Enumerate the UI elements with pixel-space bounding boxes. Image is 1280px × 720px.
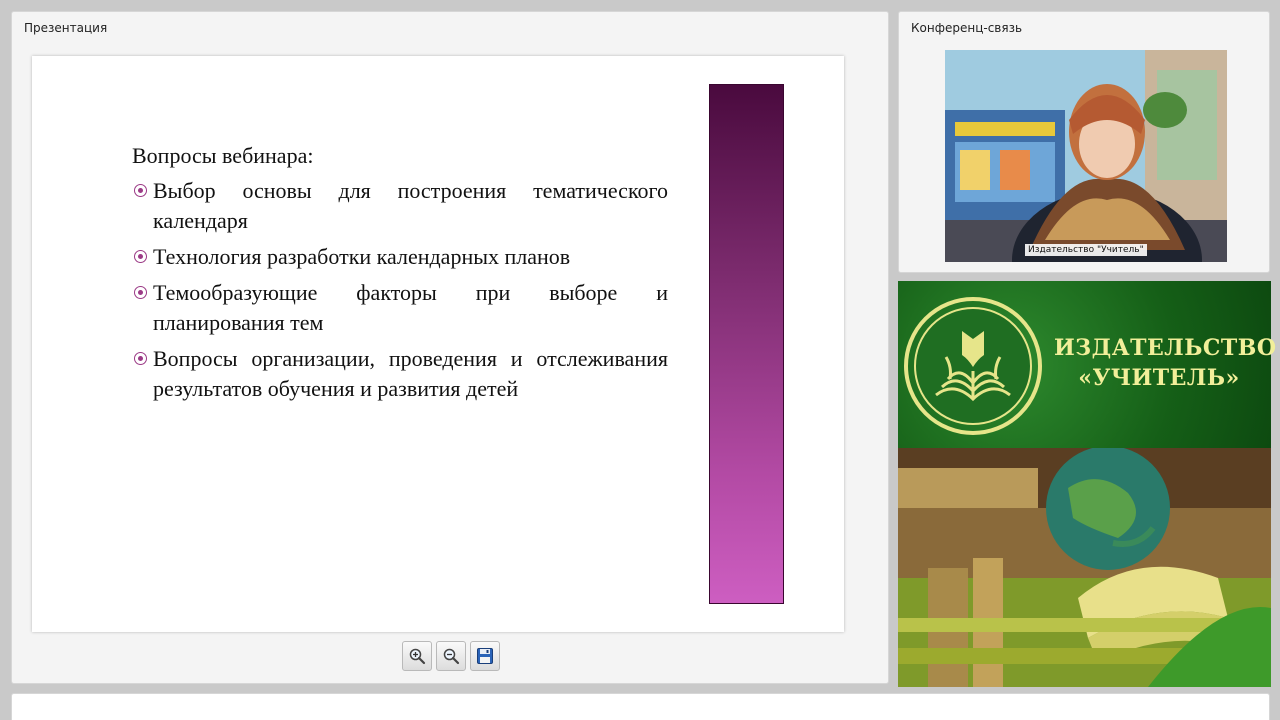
- publisher-banner: ИЗДАТЕЛЬСТВО «УЧИТЕЛЬ»: [898, 281, 1277, 448]
- publisher-name-line2: «УЧИТЕЛЬ»: [1078, 365, 1240, 391]
- participant-name-label: Издательство "Учитель": [1025, 244, 1147, 256]
- bullet-circle-icon: [134, 184, 147, 197]
- slide-decorative-bar: [709, 84, 784, 604]
- zoom-out-icon: [443, 648, 460, 665]
- bullet-circle-icon: [134, 352, 147, 365]
- slide: Вопросы вебинара: Выбор основы для постр…: [32, 56, 844, 632]
- participant-video[interactable]: Издательство "Учитель": [945, 50, 1227, 262]
- zoom-in-icon: [409, 648, 426, 665]
- bottom-panel: [11, 693, 1270, 720]
- save-button[interactable]: [470, 641, 500, 671]
- conference-panel-title: Конференц-связь: [911, 21, 1023, 35]
- books-and-globe-image: [898, 448, 1271, 687]
- slide-bullet-text: Выбор основы для построения тематическог…: [153, 178, 668, 233]
- publisher-banner-photo: [898, 448, 1271, 687]
- presentation-toolbar: [402, 641, 500, 671]
- slide-bullet-item: Вопросы организации, проведения и отслеж…: [132, 344, 668, 404]
- conference-panel: Конференц-связь Издательство "Учитель": [898, 11, 1270, 273]
- publisher-name-line1: ИЗДАТЕЛЬСТВО: [1054, 335, 1277, 361]
- bullet-circle-icon: [134, 286, 147, 299]
- presentation-panel: Презентация Вопросы вебинара: Выбор осно…: [11, 11, 889, 684]
- slide-bullet-text: Технология разработки календарных планов: [153, 244, 571, 269]
- slide-bullet-text: Темообразующие факторы при выборе и план…: [153, 280, 668, 335]
- slide-bullet-item: Технология разработки календарных планов: [132, 242, 668, 272]
- slide-bullet-text: Вопросы организации, проведения и отслеж…: [153, 346, 668, 401]
- video-scene-image: [945, 50, 1227, 262]
- slide-bullet-list: Выбор основы для построения тематическог…: [132, 176, 668, 410]
- floppy-disk-icon: [477, 648, 493, 664]
- slide-bullet-item: Выбор основы для построения тематическог…: [132, 176, 668, 236]
- zoom-in-button[interactable]: [402, 641, 432, 671]
- book-emblem-icon: [904, 297, 1042, 435]
- bullet-circle-icon: [134, 250, 147, 263]
- presentation-panel-title: Презентация: [24, 21, 108, 35]
- zoom-out-button[interactable]: [436, 641, 466, 671]
- publisher-name: ИЗДАТЕЛЬСТВО «УЧИТЕЛЬ»: [1054, 333, 1277, 393]
- slide-bullet-item: Темообразующие факторы при выборе и план…: [132, 278, 668, 338]
- slide-heading: Вопросы вебинара:: [132, 143, 314, 168]
